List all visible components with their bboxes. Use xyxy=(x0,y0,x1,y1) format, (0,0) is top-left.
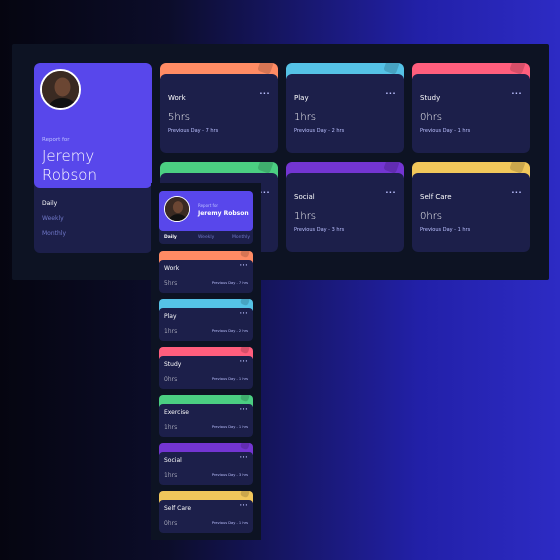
ellipsis-icon[interactable]: ··· xyxy=(259,89,270,98)
avatar xyxy=(40,69,81,110)
ellipsis-icon[interactable]: ··· xyxy=(240,502,248,509)
user-name: Jeremy Robson xyxy=(198,210,249,217)
card-previous: Previous Day - 7 hrs xyxy=(168,128,219,134)
card-previous: Previous Day - 3 hrs xyxy=(211,473,248,477)
user-name: Jeremy Robson xyxy=(42,147,97,184)
profile-card: Report for Jeremy Robson Daily Weekly Mo… xyxy=(159,191,253,244)
card-hours: 0hrs xyxy=(420,112,443,123)
gamepad-icon xyxy=(239,299,251,307)
card-social: Social ··· 1hrs Previous Day - 3 hrs xyxy=(159,443,253,485)
card-hours: 0hrs xyxy=(164,376,178,383)
card-exercise: Exercise ··· 1hrs Previous Day - 1 hrs xyxy=(159,395,253,437)
profile-header: Report for Jeremy Robson xyxy=(34,63,152,188)
report-for-label: Report for xyxy=(198,203,219,208)
card-previous: Previous Day - 1 hrs xyxy=(211,425,248,429)
ellipsis-icon[interactable]: ··· xyxy=(511,89,522,98)
ellipsis-icon[interactable]: ··· xyxy=(240,310,248,317)
card-previous: Previous Day - 3 hrs xyxy=(294,227,345,233)
chat-icon xyxy=(239,443,251,451)
running-icon xyxy=(239,395,251,403)
ellipsis-icon[interactable]: ··· xyxy=(385,89,396,98)
period-daily[interactable]: Daily xyxy=(42,200,57,207)
heart-icon xyxy=(239,491,251,499)
card-previous: Previous Day - 1 hrs xyxy=(420,128,471,134)
ellipsis-icon[interactable]: ··· xyxy=(240,406,248,413)
report-for-label: Report for xyxy=(42,137,70,143)
card-title: Exercise xyxy=(164,409,189,416)
avatar xyxy=(164,196,190,222)
card-hours: 1hrs xyxy=(164,328,178,335)
card-hours: 1hrs xyxy=(164,424,178,431)
card-title: Study xyxy=(420,94,441,102)
card-title: Self Care xyxy=(420,193,452,201)
card-social: Social ··· 1hrs Previous Day - 3 hrs xyxy=(286,162,404,252)
card-previous: Previous Day - 7 hrs xyxy=(211,281,248,285)
card-hours: 1hrs xyxy=(294,211,317,222)
card-previous: Previous Day - 2 hrs xyxy=(294,128,345,134)
ellipsis-icon[interactable]: ··· xyxy=(240,262,248,269)
card-title: Social xyxy=(164,457,182,464)
card-hours: 0hrs xyxy=(164,520,178,527)
card-study: Study ··· 0hrs Previous Day - 1 hrs xyxy=(412,63,530,153)
card-title: Play xyxy=(294,94,309,102)
card-title: Self Care xyxy=(164,505,192,512)
card-play: Play ··· 1hrs Previous Day - 2 hrs xyxy=(286,63,404,153)
briefcase-icon xyxy=(239,251,251,259)
card-work: Work ··· 5hrs Previous Day - 7 hrs xyxy=(159,251,253,293)
period-monthly[interactable]: Monthly xyxy=(232,235,250,240)
ellipsis-icon[interactable]: ··· xyxy=(240,358,248,365)
card-hours: 0hrs xyxy=(420,211,443,222)
card-hours: 5hrs xyxy=(164,280,178,287)
card-previous: Previous Day - 1 hrs xyxy=(211,521,248,525)
mobile-dashboard: Report for Jeremy Robson Daily Weekly Mo… xyxy=(151,183,261,540)
card-self-care: Self Care ··· 0hrs Previous Day - 1 hrs xyxy=(159,491,253,533)
profile-header: Report for Jeremy Robson xyxy=(159,191,253,231)
card-title: Work xyxy=(168,94,186,102)
card-title: Play xyxy=(164,313,177,320)
ellipsis-icon[interactable]: ··· xyxy=(240,454,248,461)
period-weekly[interactable]: Weekly xyxy=(198,235,214,240)
book-icon xyxy=(239,347,251,355)
card-hours: 5hrs xyxy=(168,112,191,123)
card-previous: Previous Day - 1 hrs xyxy=(211,377,248,381)
card-hours: 1hrs xyxy=(164,472,178,479)
desktop-dashboard: Report for Jeremy Robson Daily Weekly Mo… xyxy=(12,44,549,280)
card-title: Study xyxy=(164,361,182,368)
card-hours: 1hrs xyxy=(294,112,317,123)
card-work: Work ··· 5hrs Previous Day - 7 hrs xyxy=(160,63,278,153)
ellipsis-icon[interactable]: ··· xyxy=(385,188,396,197)
card-title: Social xyxy=(294,193,315,201)
card-self-care: Self Care ··· 0hrs Previous Day - 1 hrs xyxy=(412,162,530,252)
period-weekly[interactable]: Weekly xyxy=(42,215,64,222)
ellipsis-icon[interactable]: ··· xyxy=(511,188,522,197)
period-daily[interactable]: Daily xyxy=(164,235,177,240)
card-previous: Previous Day - 2 hrs xyxy=(211,329,248,333)
period-monthly[interactable]: Monthly xyxy=(42,230,66,237)
profile-card: Report for Jeremy Robson Daily Weekly Mo… xyxy=(34,63,152,253)
card-previous: Previous Day - 1 hrs xyxy=(420,227,471,233)
card-title: Work xyxy=(164,265,180,272)
card-play: Play ··· 1hrs Previous Day - 2 hrs xyxy=(159,299,253,341)
card-study: Study ··· 0hrs Previous Day - 1 hrs xyxy=(159,347,253,389)
